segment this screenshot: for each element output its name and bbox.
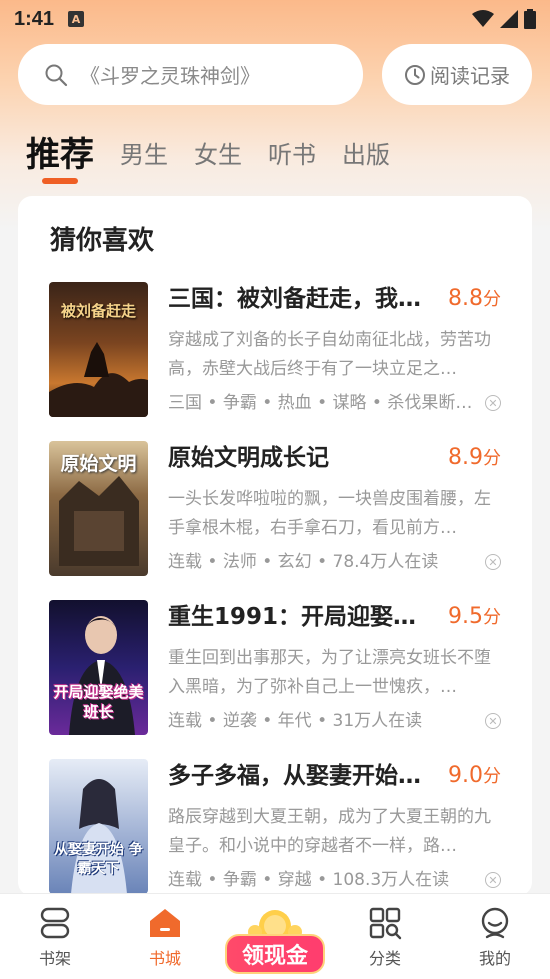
- book-tags: 连载 • 法师 • 玄幻 • 78.4万人在读: [168, 552, 439, 572]
- category-icon: [367, 905, 403, 941]
- tab-recommend[interactable]: 推荐: [26, 127, 94, 188]
- notification-app-icon: A: [68, 11, 85, 27]
- nav-label: 分类: [368, 949, 401, 968]
- book-score: 8.9分: [448, 441, 501, 476]
- book-title: 三国：被刘备赶走，我…: [168, 286, 421, 312]
- book-item[interactable]: 开局迎娶绝美班长 重生1991：开局迎娶… 9.5分 重生回到出事那天，为了让漂…: [49, 600, 519, 736]
- tab-label: 推荐: [26, 135, 94, 175]
- nav-label: 书城: [148, 949, 181, 968]
- book-tags: 连载 • 逆袭 • 年代 • 31万人在读: [168, 711, 423, 731]
- book-title: 多子多福，从娶妻开始…: [168, 763, 421, 789]
- book-cover: 开局迎娶绝美班长: [49, 600, 148, 735]
- cover-title-text: 开局迎娶绝美班长: [53, 683, 144, 721]
- search-placeholder: 《斗罗之灵珠神剑》: [80, 64, 260, 88]
- score-value: 8.8: [448, 286, 483, 311]
- dismiss-icon[interactable]: ✕: [485, 395, 501, 411]
- bookshelf-icon: [37, 905, 73, 941]
- nav-profile[interactable]: 我的: [440, 894, 550, 979]
- score-unit: 分: [483, 289, 501, 310]
- nav-bookstore[interactable]: 书城: [110, 894, 220, 979]
- score-unit: 分: [483, 448, 501, 469]
- bottom-navigation: 书架 书城 领现金 分类 我的: [0, 893, 550, 979]
- cash-reward-label: 领现金: [225, 933, 325, 974]
- book-tags: 三国 • 争霸 • 热血 • 谋略 • 杀伐果断…: [168, 393, 473, 413]
- nav-label: 我的: [478, 949, 511, 968]
- book-cover: 从娶妻开始 争霸天下: [49, 759, 148, 894]
- book-item[interactable]: 原始文明 原始文明成长记 8.9分 一头长发哗啦啦的飘，一块兽皮围着腰，左手拿根…: [49, 441, 519, 577]
- score-unit: 分: [483, 607, 501, 628]
- tab-audiobook[interactable]: 听书: [268, 135, 316, 188]
- book-tags: 连载 • 争霸 • 穿越 • 108.3万人在读: [168, 870, 450, 890]
- signal-icon: [500, 10, 518, 28]
- book-description: 穿越成了刘备的长子自幼南征北战，劳苦功高，赤壁大战后终于有了一块立足之…: [168, 330, 491, 379]
- status-indicators: [472, 9, 536, 29]
- section-title: 猜你喜欢: [50, 226, 155, 256]
- profile-icon: [477, 905, 513, 941]
- search-input[interactable]: 《斗罗之灵珠神剑》: [18, 44, 363, 105]
- status-time: 1:41: [14, 7, 55, 30]
- cover-title-text: 从娶妻开始 争霸天下: [54, 842, 143, 877]
- score-value: 9.5: [448, 604, 483, 629]
- recommendation-card: 猜你喜欢 被刘备赶走 三国：被刘备赶走，我… 8.8分 穿越成了刘备的长子自幼南…: [18, 196, 532, 896]
- search-icon: [45, 64, 68, 86]
- dismiss-icon[interactable]: ✕: [485, 554, 501, 570]
- book-description: 重生回到出事那天，为了让漂亮女班长不堕入黑暗，为了弥补自己上一世愧疚，…: [168, 648, 491, 697]
- tab-publish[interactable]: 出版: [342, 135, 390, 188]
- nav-label: 书架: [38, 949, 71, 968]
- book-description: 一头长发哗啦啦的飘，一块兽皮围着腰，左手拿根木棍，右手拿石刀，看见前方…: [168, 489, 491, 538]
- book-title: 重生1991：开局迎娶…: [168, 604, 417, 630]
- book-score: 9.0分: [448, 759, 501, 794]
- nav-cash-reward[interactable]: 领现金: [220, 894, 330, 979]
- nav-category[interactable]: 分类: [330, 894, 440, 979]
- category-tabs: 推荐 男生 女生 听书 出版: [26, 128, 390, 188]
- book-cover: 原始文明: [49, 441, 148, 576]
- dismiss-icon[interactable]: ✕: [485, 872, 501, 888]
- tab-female[interactable]: 女生: [194, 135, 242, 188]
- tab-male[interactable]: 男生: [120, 135, 168, 188]
- book-description: 路辰穿越到大夏王朝，成为了大夏王朝的九皇子。和小说中的穿越者不一样，路…: [168, 807, 491, 856]
- nav-bookshelf[interactable]: 书架: [0, 894, 110, 979]
- score-unit: 分: [483, 766, 501, 787]
- book-cover: 被刘备赶走: [49, 282, 148, 417]
- cash-reward-icon: 领现金: [225, 904, 325, 974]
- score-value: 8.9: [448, 445, 483, 470]
- book-item[interactable]: 被刘备赶走 三国：被刘备赶走，我… 8.8分 穿越成了刘备的长子自幼南征北战，劳…: [49, 282, 519, 418]
- wifi-icon: [472, 10, 494, 27]
- battery-icon: [524, 9, 536, 29]
- home-icon: [147, 905, 183, 941]
- reading-history-label: 阅读记录: [430, 64, 510, 88]
- cover-title-text: 被刘备赶走: [60, 302, 136, 320]
- book-title: 原始文明成长记: [168, 445, 329, 471]
- active-tab-indicator: [42, 178, 78, 184]
- book-score: 8.8分: [448, 282, 501, 317]
- dismiss-icon[interactable]: ✕: [485, 713, 501, 729]
- book-item[interactable]: 从娶妻开始 争霸天下 多子多福，从娶妻开始… 9.0分 路辰穿越到大夏王朝，成为…: [49, 759, 519, 895]
- reading-history-button[interactable]: 阅读记录: [382, 44, 532, 105]
- clock-icon: [405, 64, 425, 85]
- cover-title-text: 原始文明: [60, 453, 137, 475]
- score-value: 9.0: [448, 763, 483, 788]
- book-score: 9.5分: [448, 600, 501, 635]
- status-bar: 1:41 A: [0, 0, 550, 38]
